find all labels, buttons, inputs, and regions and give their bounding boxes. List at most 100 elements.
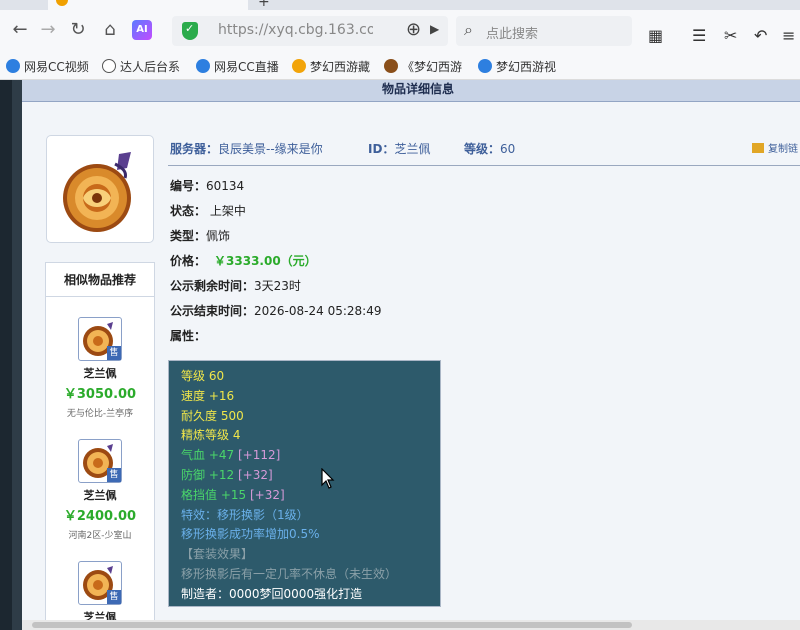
similar-item[interactable]: 售 芝兰佩 ￥2400.00 河南2区-少室山 xyxy=(46,439,154,541)
item-image-frame xyxy=(46,135,154,243)
field-value: 2026-08-24 05:28:49 xyxy=(254,304,382,318)
cc-icon xyxy=(196,59,210,73)
page-title: 物品详细信息 xyxy=(382,82,455,96)
zoom-icon[interactable]: ⊕ xyxy=(406,19,421,40)
bookmark-item[interactable]: 梦幻西游藏 xyxy=(292,58,372,75)
back-icon[interactable]: ← xyxy=(8,18,32,42)
field-price: 价格： ￥3333.00（元） xyxy=(170,252,317,269)
horizontal-scrollbar[interactable] xyxy=(22,620,800,630)
similar-item-name[interactable]: 芝兰佩 xyxy=(46,365,154,381)
similar-item[interactable]: 售 芝兰佩 xyxy=(46,561,154,625)
similar-item-server: 河南2区-少室山 xyxy=(68,531,132,541)
similar-item[interactable]: 售 芝兰佩 ￥3050.00 无与伦比-兰亭序 xyxy=(46,317,154,419)
attr-extra: [+112] xyxy=(237,448,281,463)
bookmark-list-icon[interactable]: ☰ xyxy=(692,26,706,45)
field-value: 3天23时 xyxy=(254,279,301,293)
attr-text: 格挡值 +15 xyxy=(181,487,247,502)
level-label: 等级： xyxy=(464,142,501,156)
attr-line: 防御 +12 [+32] xyxy=(181,466,428,486)
attr-text: 移形换影成功率增加0.5% xyxy=(181,527,320,542)
url-text[interactable]: https://xyq.cbg.163.com/eq xyxy=(218,22,373,38)
tab-strip: + xyxy=(0,0,800,10)
attr-extra: [+32] xyxy=(249,487,285,502)
item-info-line: 服务器：良辰美景--缘来是你 ID：芝兰佩 等级：60 xyxy=(168,138,800,166)
attr-text: 精炼等级 4 xyxy=(181,428,241,443)
left-dark-strip-2 xyxy=(12,80,22,630)
attr-line: 精炼等级 4 xyxy=(181,426,428,446)
globe-icon xyxy=(102,59,116,73)
server-value: 良辰美景--缘来是你 xyxy=(218,142,323,156)
attr-text: 防御 +12 xyxy=(181,467,235,482)
field-label: 状态： xyxy=(170,204,207,218)
menu-icon[interactable]: ≡ xyxy=(782,26,795,45)
field-label: 类型： xyxy=(170,229,207,243)
for-sale-badge: 售 xyxy=(107,346,121,360)
attr-line: 等级 60 xyxy=(181,367,428,387)
home-icon[interactable]: ⌂ xyxy=(98,18,122,42)
attr-text: 速度 +16 xyxy=(181,388,235,403)
new-tab-button[interactable]: + xyxy=(258,0,270,10)
attributes-box: 等级 60 速度 +16 耐久度 500 精炼等级 4 气血 +47 [+112… xyxy=(168,360,441,607)
attr-text: 移形换影后有一定几率不休息（未生效） xyxy=(181,566,398,581)
mhxy-icon xyxy=(292,59,306,73)
security-shield-icon[interactable] xyxy=(182,22,198,40)
page-header: 物品详细信息 xyxy=(22,80,800,102)
attr-line: 【套装效果】 xyxy=(181,545,428,565)
attr-line: 气血 +47 [+112] xyxy=(181,446,428,466)
server-label: 服务器： xyxy=(170,142,219,156)
bookmark-item[interactable]: 网易CC直播 xyxy=(196,58,280,75)
level-value: 60 xyxy=(500,142,516,156)
ai-icon[interactable]: AI xyxy=(132,20,152,40)
bookmark-item[interactable]: 达人后台系 xyxy=(102,58,182,75)
reload-icon[interactable]: ↻ xyxy=(66,18,90,42)
attr-line: 制造者：0000梦回0000强化打造 xyxy=(181,585,428,605)
mouse-cursor-icon xyxy=(321,468,335,489)
field-value: 上架中 xyxy=(209,204,246,218)
forward-icon[interactable]: → xyxy=(36,18,60,42)
search-icon: ⌕ xyxy=(464,20,473,39)
attr-text: 特效：移形换影（1级） xyxy=(181,507,309,522)
field-label: 公示剩余时间： xyxy=(170,279,255,293)
field-label: 公示结束时间： xyxy=(170,304,255,318)
attr-text: 制造者：0000梦回0000强化打造 xyxy=(181,586,363,601)
bookmark-item[interactable]: 网易CC视频 xyxy=(6,58,90,75)
field-status: 状态： 上架中 xyxy=(170,202,246,219)
similar-item-name[interactable]: 芝兰佩 xyxy=(46,487,154,503)
id-value: 芝兰佩 xyxy=(394,142,431,156)
bookmark-item[interactable]: 《梦幻西游 xyxy=(384,58,464,75)
similar-items-title: 相似物品推荐 xyxy=(46,263,154,297)
bookmarks-bar: 网易CC视频 达人后台系 网易CC直播 梦幻西游藏 《梦幻西游 梦幻西游视 xyxy=(0,54,800,80)
field-label: 价格： xyxy=(170,254,207,268)
price-value: ￥3333.00（元） xyxy=(214,254,317,268)
active-tab[interactable] xyxy=(48,0,248,10)
cc-icon xyxy=(6,59,20,73)
for-sale-badge: 售 xyxy=(107,468,121,482)
field-value: 60134 xyxy=(206,179,245,193)
search-box[interactable]: ⌕ 点此搜索 xyxy=(456,16,632,46)
copy-link-button[interactable]: 复制链 xyxy=(752,140,798,155)
cc-icon xyxy=(478,59,492,73)
similar-item-price: ￥2400.00 xyxy=(63,509,137,524)
pendant-icon xyxy=(63,152,131,232)
attr-text: 【套装效果】 xyxy=(181,547,254,562)
undo-icon[interactable]: ↶ xyxy=(754,26,767,45)
similar-item-thumb[interactable]: 售 xyxy=(78,317,122,361)
for-sale-badge: 售 xyxy=(107,590,121,604)
similar-item-thumb[interactable]: 售 xyxy=(78,439,122,483)
search-placeholder: 点此搜索 xyxy=(486,27,539,42)
similar-item-server: 无与伦比-兰亭序 xyxy=(66,409,134,419)
address-bar[interactable]: https://xyq.cbg.163.com/eq ⊕ ▶ xyxy=(172,16,448,46)
url-forward-icon[interactable]: ▶ xyxy=(430,22,439,36)
apps-grid-icon[interactable]: ▦ xyxy=(648,26,663,45)
left-dark-strip xyxy=(0,80,12,630)
field-type: 类型：佩饰 xyxy=(170,227,230,244)
similar-items-panel: 相似物品推荐 售 芝兰佩 ￥3050.00 无与伦比-兰亭序 售 芝兰佩 ￥24… xyxy=(45,262,155,630)
bookmark-item[interactable]: 梦幻西游视 xyxy=(478,58,558,75)
scrollbar-thumb[interactable] xyxy=(32,622,632,628)
mhxy-shield-icon xyxy=(384,59,398,73)
attr-line: 速度 +16 xyxy=(181,387,428,407)
similar-item-thumb[interactable]: 售 xyxy=(78,561,122,605)
similar-item-price: ￥3050.00 xyxy=(63,387,137,402)
copy-icon xyxy=(752,143,764,153)
cut-icon[interactable]: ✂ xyxy=(724,26,737,45)
